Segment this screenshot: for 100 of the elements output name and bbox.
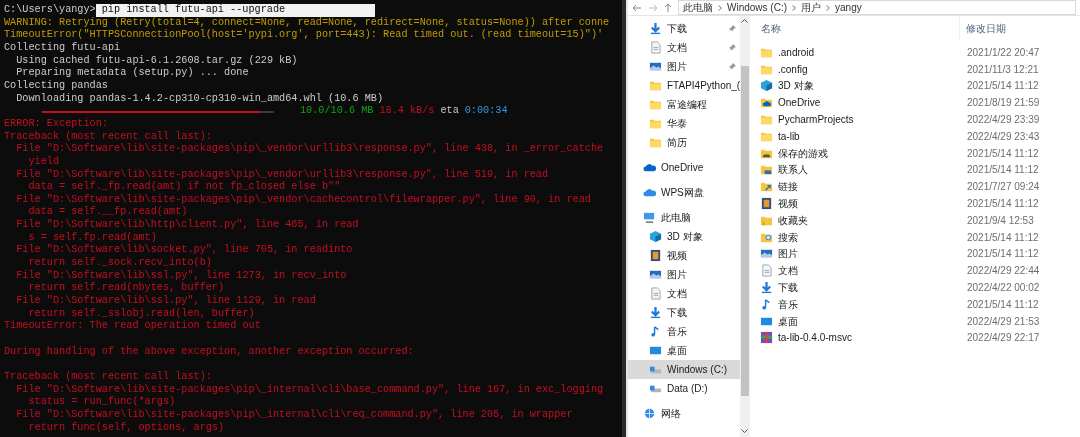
console-line: During handling of the above exception, another exception occurred:: [4, 345, 415, 359]
breadcrumb-item[interactable]: 此电脑: [683, 1, 713, 14]
archive-icon: [760, 331, 773, 345]
file-name[interactable]: 桌面: [778, 313, 798, 329]
progress-text: eta: [440, 105, 459, 118]
up-arrow-icon[interactable]: [664, 3, 672, 12]
file-name[interactable]: 下载: [778, 280, 798, 296]
console-line: return self._sock.recv_into(b): [27, 257, 213, 270]
breadcrumb-item[interactable]: yangy: [835, 1, 862, 14]
progress-text: 0:00:34: [464, 105, 508, 118]
file-name[interactable]: ta-lib: [778, 128, 800, 144]
file-name[interactable]: 收藏夹: [778, 212, 808, 228]
file-name[interactable]: 链接: [778, 179, 798, 195]
scrollbar[interactable]: [622, 0, 626, 437]
nav-item[interactable]: 文档: [628, 38, 741, 57]
nav-item[interactable]: OneDrive: [628, 158, 741, 177]
modified-date: 2021/9/4 12:53: [966, 213, 1034, 228]
nav-item[interactable]: 文档: [628, 284, 741, 303]
globe-icon: [643, 407, 656, 420]
modified-date: 2022/4/22 00:02: [966, 281, 1040, 296]
console-line: status = run_func(*args): [27, 396, 177, 409]
file-name[interactable]: .config: [778, 61, 808, 77]
breadcrumb-item[interactable]: Windows (C:): [727, 1, 787, 14]
file-name[interactable]: 联系人: [778, 162, 808, 178]
modified-date: 2021/5/14 11:12: [966, 197, 1039, 212]
nav-item[interactable]: 音乐: [628, 322, 741, 341]
modified-date: 2022/4/29 23:43: [966, 129, 1040, 144]
modified-date: 2021/5/14 11:12: [966, 79, 1039, 94]
chevron-icon: [718, 4, 722, 11]
film-icon: [649, 249, 662, 262]
nav-item[interactable]: FTAPI4Python_(: [628, 76, 741, 95]
file-name[interactable]: ta-lib-0.4.0-msvc: [778, 330, 852, 346]
forward-arrow-icon[interactable]: [648, 3, 658, 12]
scroll-up-icon[interactable]: [741, 19, 749, 23]
link-folder-icon: [760, 180, 773, 194]
nav-item[interactable]: Windows (C:): [628, 360, 741, 379]
nav-item[interactable]: Data (D:): [628, 379, 741, 398]
document-icon: [760, 264, 773, 278]
pin-icon[interactable]: [728, 62, 737, 71]
film-icon: [760, 197, 773, 211]
nav-item[interactable]: WPS网盘: [628, 183, 741, 202]
console-line: return self.read(nbytes, buffer): [27, 282, 226, 295]
column-header[interactable]: 名称: [760, 16, 960, 41]
cube-icon: [760, 79, 773, 93]
file-name[interactable]: 3D 对象: [778, 78, 814, 94]
console-line: data = self._fp.read(amt) if not fp_closed else b"": [27, 181, 342, 194]
modified-date: 2021/5/14 11:12: [966, 146, 1039, 161]
pin-icon[interactable]: [728, 43, 737, 52]
modified-date: 2021/11/3 12:21: [966, 62, 1039, 77]
nav-item[interactable]: 下载: [628, 19, 741, 38]
console-line: Using cached futu-api-6.1.2608.tar.gz (229 kB): [15, 54, 299, 67]
file-name[interactable]: 文档: [778, 263, 798, 279]
nav-item[interactable]: 桌面: [628, 341, 741, 360]
nav-item[interactable]: 简历: [628, 133, 741, 152]
picture-icon: [649, 268, 662, 281]
cloud-folder-icon: [760, 96, 773, 110]
document-icon: [649, 41, 662, 54]
cube-icon: [649, 230, 662, 243]
folder-icon: [649, 117, 662, 130]
file-name[interactable]: 音乐: [778, 296, 798, 312]
chevron-icon: [792, 4, 796, 11]
file-name[interactable]: 视频: [778, 196, 798, 212]
file-name[interactable]: .android: [778, 44, 815, 60]
nav-item[interactable]: 图片: [628, 265, 741, 284]
modified-date: 2021/8/19 21:59: [966, 96, 1040, 111]
nav-item[interactable]: 网络: [628, 404, 741, 423]
console-line: return self._sslobj.read(len, buffer): [27, 307, 256, 320]
document-icon: [649, 287, 662, 300]
nav-item[interactable]: 3D 对象: [628, 227, 741, 246]
scroll-down-icon[interactable]: [741, 429, 749, 433]
file-name[interactable]: PycharmProjects: [778, 112, 854, 128]
file-name[interactable]: 保存的游戏: [778, 145, 828, 161]
modified-date: 2021/5/14 11:12: [966, 247, 1039, 262]
nav-item[interactable]: 此电脑: [628, 208, 741, 227]
console-line: File "D:\Software\lib\socket.py", line 705, in readinto: [15, 244, 354, 257]
nav-item[interactable]: 华泰: [628, 114, 741, 133]
column-header[interactable]: 修改日期: [960, 21, 1006, 36]
console-line: data = self.__fp.read(amt): [27, 206, 189, 219]
back-arrow-icon[interactable]: [632, 3, 642, 12]
file-name[interactable]: 图片: [778, 246, 798, 262]
console-line: Collecting futu-api: [4, 41, 122, 55]
scrollbar[interactable]: [740, 16, 749, 437]
console-line: TimeoutError("HTTPSConnectionPool(host='pypi.org', port=443): Read timed out. (read timeout=15)")': [4, 29, 605, 42]
folder-icon: [760, 113, 773, 127]
scroll-thumb[interactable]: [740, 66, 749, 396]
modified-date: 2022/4/29 23:39: [966, 113, 1040, 128]
file-name[interactable]: OneDrive: [778, 95, 821, 111]
nav-item[interactable]: 富途编程: [628, 95, 741, 114]
nav-item[interactable]: 下载: [628, 303, 741, 322]
console-line: File "D:\Software\lib\ssl.py", line 1273, in recv_into: [15, 269, 348, 282]
breadcrumb-item[interactable]: 用户: [801, 1, 821, 14]
pin-icon[interactable]: [728, 24, 737, 33]
console-line: s = self.fp.read(amt): [27, 231, 158, 244]
down-arrow-icon: [760, 281, 773, 295]
nav-item[interactable]: 图片: [628, 57, 741, 76]
console-line: WARNING: Retrying (Retry(total=4, connect=None, read=None, redirect=None, status=None)) after conne: [4, 16, 611, 29]
file-name[interactable]: 搜索: [778, 229, 798, 245]
modified-date: 2022/4/29 22:44: [966, 264, 1040, 279]
command-text: pip install futu-api --upgrade: [95, 4, 376, 17]
nav-item[interactable]: 视频: [628, 246, 741, 265]
